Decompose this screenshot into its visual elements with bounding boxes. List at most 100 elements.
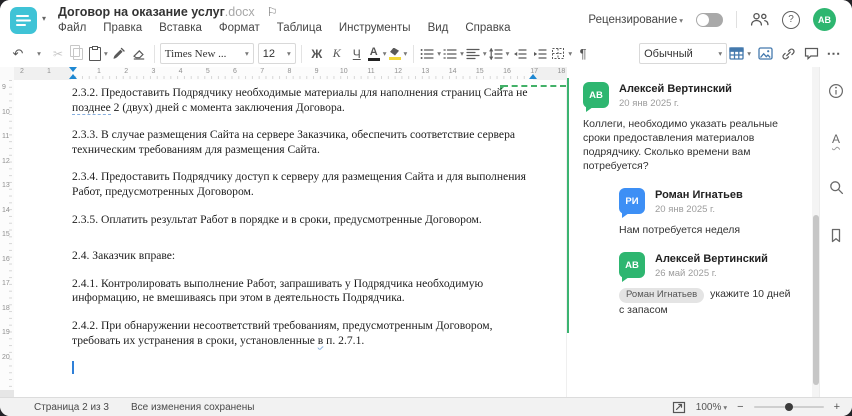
document-page[interactable]: 2.3.2. Предоставить Подрядчику необходим…: [14, 80, 566, 398]
paragraph-borders-button[interactable]: ▾: [550, 44, 573, 64]
review-label: Рецензирование: [588, 13, 678, 26]
page-indicator[interactable]: Страница 2 из 3: [34, 402, 109, 413]
logo-caret-icon[interactable]: ▾: [42, 14, 46, 23]
align-button[interactable]: ▾: [465, 44, 488, 64]
ruler-number: 12: [394, 68, 403, 75]
paragraph[interactable]: 2.4. Заказчик вправе:: [72, 249, 538, 264]
comment-card[interactable]: АВ Алексей Вертинский 20 янв 2025 г. Коллег…: [583, 82, 797, 173]
paragraph[interactable]: 2.3.5. Оплатить результат Работ в порядк…: [72, 213, 538, 228]
comment-thread[interactable]: АВ Алексей Вертинский 20 янв 2025 г. Коллег…: [567, 78, 803, 333]
paragraph[interactable]: 2.4.2. При обнаружении несоответствий тр…: [72, 319, 538, 348]
status-bar: Страница 2 из 3 Все изменения сохранены …: [0, 397, 852, 416]
paragraph[interactable]: 2.3.3. В случае размещения Сайта на серв…: [72, 128, 538, 157]
bookmark-icon[interactable]: [827, 226, 845, 244]
menu-item-3[interactable]: Вставка: [159, 22, 202, 34]
zoom-slider-track[interactable]: [753, 403, 824, 411]
numbered-list-button[interactable]: ▾: [442, 44, 465, 64]
zoom-out-button[interactable]: −: [735, 401, 745, 413]
review-caret-icon: ▾: [679, 15, 683, 25]
caret-down-icon: ▾: [287, 49, 291, 58]
left-indent-marker[interactable]: [69, 74, 77, 79]
zoom-slider-knob[interactable]: [784, 403, 793, 411]
bullet-list-button[interactable]: ▾: [419, 44, 442, 64]
review-dropdown[interactable]: Рецензирование ▾: [588, 14, 683, 26]
document-lines-icon: [16, 15, 31, 26]
ruler-corner: [0, 67, 15, 81]
text-segment: 2.3.2. Предоставить Подрядчику необходим…: [72, 86, 528, 99]
menu-item-6[interactable]: Инструменты: [339, 22, 411, 34]
decrease-indent-button[interactable]: [510, 44, 530, 64]
highlight-color-button[interactable]: ▾: [388, 44, 409, 64]
insert-comment-button[interactable]: [801, 44, 821, 64]
menu-item-7[interactable]: Вид: [428, 22, 449, 34]
insert-table-button[interactable]: ▾: [728, 44, 752, 64]
mention-chip: Роман Игнатьев: [619, 288, 705, 303]
copy-button[interactable]: [68, 44, 88, 64]
ruler-number: 12: [2, 157, 10, 165]
horizontal-ruler[interactable]: 2 1 1 2 3 4 5 6 7 8 9 10 11 12 13 14 15 16 17 18: [14, 67, 566, 81]
text-segment: 2.4. Заказчик вправе:: [72, 249, 176, 263]
zoom-select[interactable]: 100% ▾: [696, 402, 727, 413]
increase-indent-button[interactable]: [530, 44, 550, 64]
caret-down-icon: ▾: [403, 49, 408, 58]
cut-button[interactable]: ✂: [48, 44, 68, 64]
font-color-letter: А: [369, 45, 378, 58]
review-toggle[interactable]: [696, 12, 723, 27]
caret-down-icon: ▾: [437, 49, 442, 58]
scissors-icon: ✂: [52, 46, 64, 61]
paragraph-style-select[interactable]: Обычный ▾: [639, 43, 728, 64]
menu-item-2[interactable]: Правка: [103, 22, 142, 34]
insert-image-button[interactable]: [755, 44, 775, 64]
format-painter-button[interactable]: [109, 44, 129, 64]
clear-format-button[interactable]: [129, 44, 149, 64]
paragraph[interactable]: 2.3.2. Предоставить Подрядчику необходим…: [72, 86, 538, 115]
comment-reply[interactable]: АВ Алексей Вертинский 26 май 2025 г. Роман …: [619, 252, 797, 317]
fit-width-button[interactable]: [670, 401, 688, 414]
comment-author: Алексей Вертинский: [619, 83, 732, 95]
bold-button[interactable]: Ж: [307, 44, 327, 64]
menu-item-4[interactable]: Формат: [219, 22, 260, 34]
font-name-select[interactable]: Times New ... ▾: [159, 43, 254, 64]
app-logo[interactable]: [10, 7, 37, 34]
document-text[interactable]: 2.3.2. Предоставить Подрядчику необходим…: [72, 86, 538, 375]
show-formatting-marks-button[interactable]: ¶: [573, 44, 593, 64]
ruler-number: 11: [2, 133, 10, 140]
ruler-number: 20: [2, 353, 10, 361]
paste-button[interactable]: ▾: [88, 44, 109, 64]
undo-caret[interactable]: ▾: [28, 44, 48, 64]
flag-icon[interactable]: ⚐: [267, 5, 278, 19]
zoom-in-button[interactable]: +: [832, 401, 842, 413]
vertical-ruler[interactable]: 9 10 11 12 13 14 15 16 17 18 19 20: [0, 80, 15, 398]
undo-button[interactable]: ↶: [8, 44, 28, 64]
menu-item-1[interactable]: Файл: [58, 22, 86, 34]
toolbar-separator: [300, 44, 302, 63]
first-line-indent-marker[interactable]: [69, 67, 77, 72]
comment-reply[interactable]: РИ Роман Игнатьев 20 янв 2025 г. Нам потреб…: [619, 188, 797, 237]
caret-down-icon: ▾: [104, 49, 108, 58]
copy-icon: [70, 44, 83, 60]
menu-item-8[interactable]: Справка: [465, 22, 510, 34]
font-color-button[interactable]: А ▾: [367, 44, 388, 64]
insert-link-button[interactable]: [778, 44, 798, 64]
eraser-icon: [132, 50, 144, 60]
toolbar-separator: [413, 44, 415, 63]
spellcheck-icon[interactable]: А: [827, 130, 845, 148]
text-segment: 2 (двух) дней с момента заключения Догов…: [110, 100, 345, 114]
line-spacing-button[interactable]: ▾: [488, 44, 511, 64]
paragraph[interactable]: 2.3.4. Предоставить Подрядчику доступ к …: [72, 170, 538, 199]
ruler-number: 10: [2, 108, 10, 116]
font-size-select[interactable]: 12 ▾: [257, 43, 296, 64]
document-extension: .docx: [224, 5, 255, 19]
search-icon[interactable]: [827, 178, 845, 196]
menu-item-5[interactable]: Таблица: [277, 22, 322, 34]
italic-button[interactable]: К: [327, 44, 347, 64]
collaboration-users-icon[interactable]: [750, 12, 769, 27]
help-icon[interactable]: ?: [782, 10, 800, 29]
undo-icon: ↶: [12, 45, 24, 61]
borders-icon: [552, 48, 565, 59]
underline-button[interactable]: Ч: [347, 44, 367, 64]
paragraph[interactable]: 2.4.1. Контролировать выполнение Работ, …: [72, 277, 538, 306]
user-avatar[interactable]: АВ: [813, 8, 836, 31]
more-tools-button[interactable]: ⋯: [824, 44, 844, 64]
info-icon[interactable]: [827, 82, 845, 100]
